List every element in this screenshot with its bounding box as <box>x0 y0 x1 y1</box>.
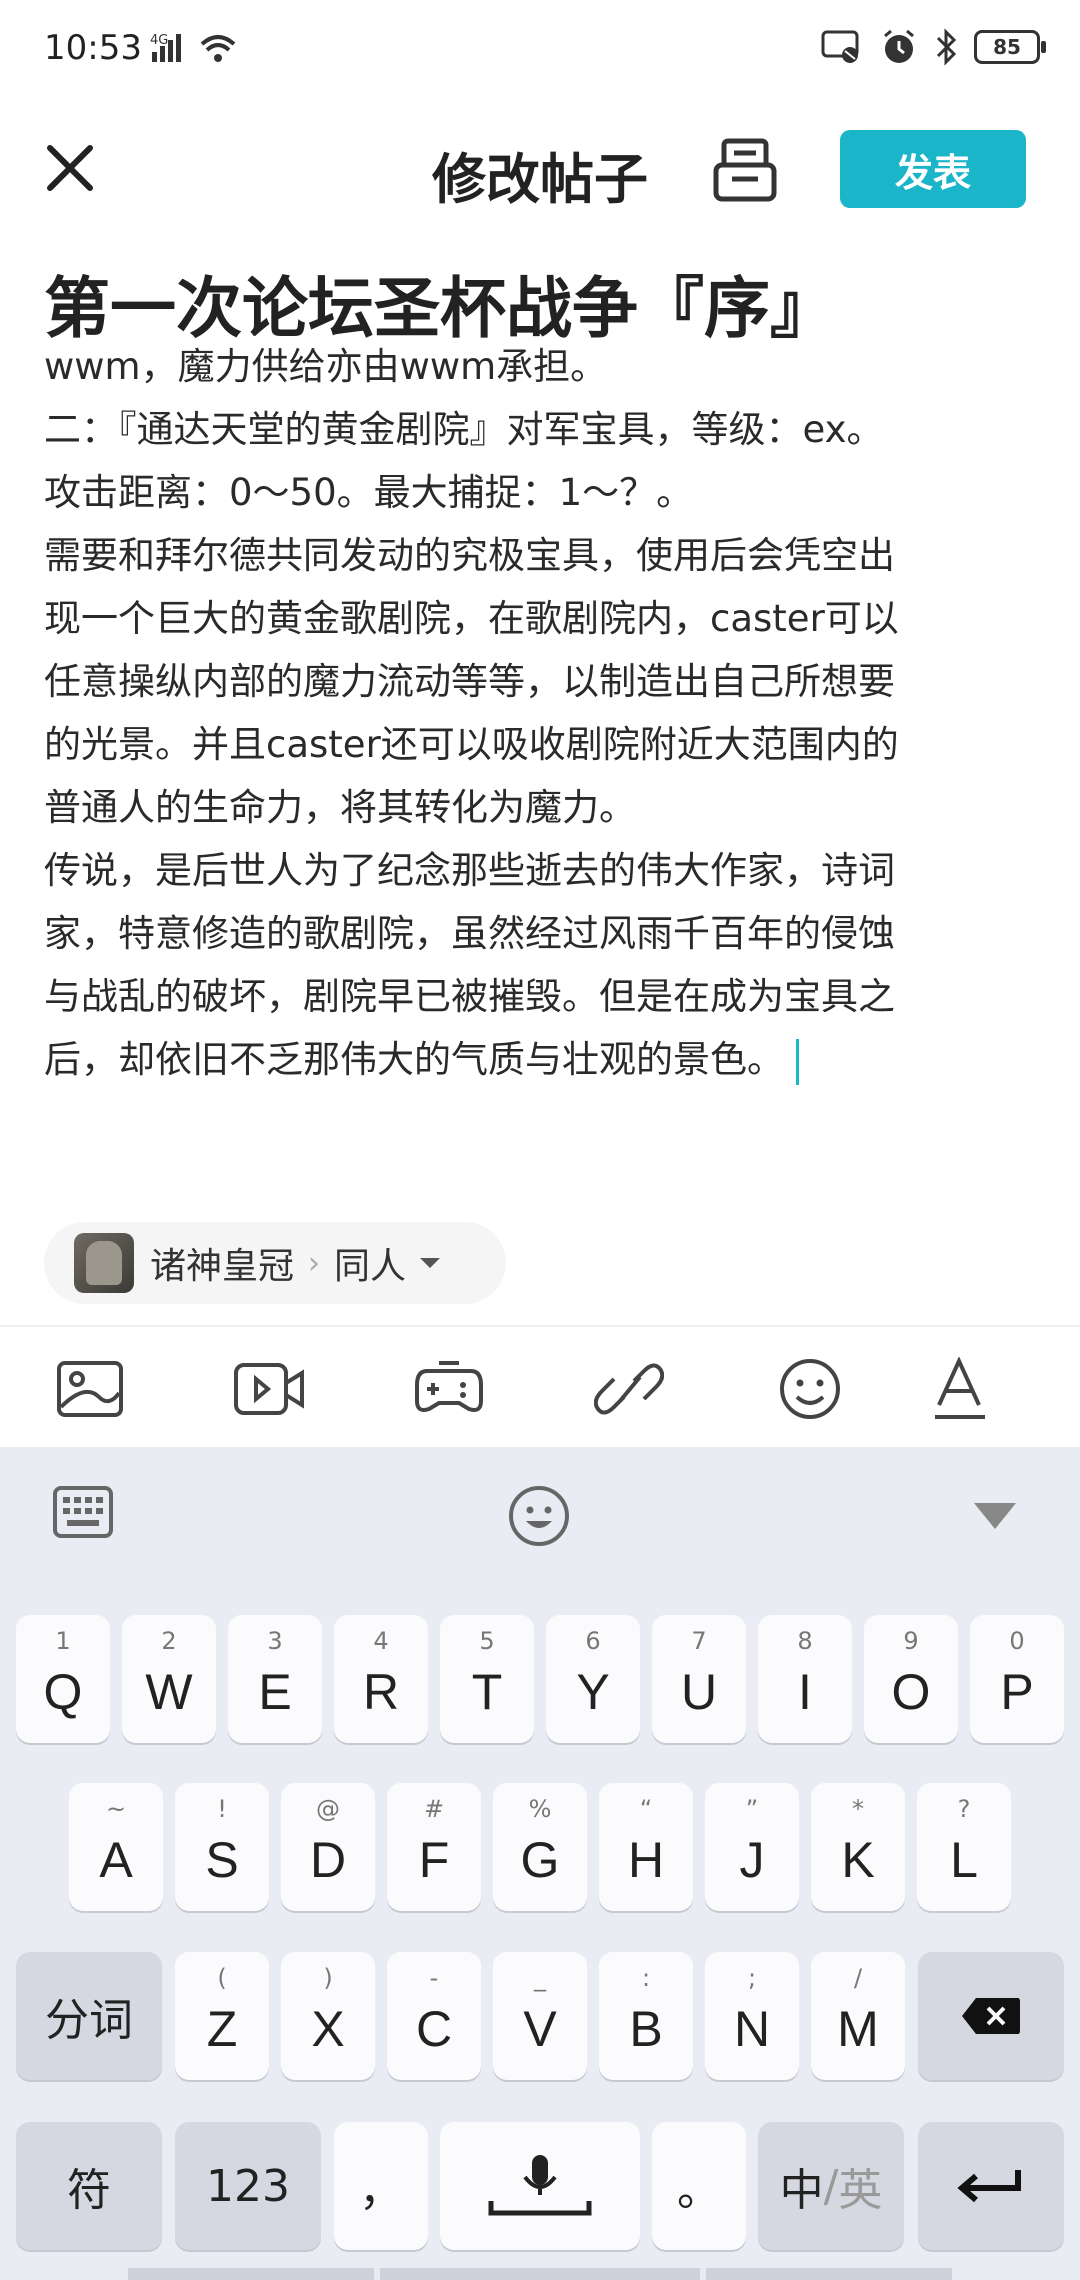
insert-game-button[interactable] <box>413 1357 483 1421</box>
key-w[interactable]: 2W <box>122 1615 216 1743</box>
body-line: 攻击距离：0～50。最大捕捉：1～？。 <box>44 471 694 514</box>
keyboard-layout-icon[interactable] <box>52 1485 114 1543</box>
key-u[interactable]: 7U <box>652 1615 746 1743</box>
nav-bar-segment <box>128 2268 374 2280</box>
post-body-editor[interactable]: wwm，魔力供给亦由wwm承担。 二：『通达天堂的黄金剧院』对军宝具，等级：ex… <box>44 335 1044 1091</box>
enter-key[interactable] <box>918 2122 1064 2250</box>
key-q[interactable]: 1Q <box>16 1615 110 1743</box>
keyboard-emoji-icon[interactable] <box>508 1485 570 1551</box>
image-icon <box>57 1361 123 1417</box>
key-n[interactable]: ; N <box>705 1952 799 2080</box>
backspace-icon <box>918 1952 1064 2080</box>
status-icons: 85 <box>820 28 1046 66</box>
body-line: wwm，魔力供给亦由wwm承担。 <box>44 345 608 388</box>
subforum-name: 同人 <box>334 1246 407 1287</box>
space-key[interactable] <box>440 2122 640 2250</box>
body-line-text: 后，却依旧不乏那伟大的气质与壮观的景色。 <box>44 1038 784 1081</box>
emoji-icon <box>780 1359 840 1419</box>
enter-icon <box>918 2122 1064 2250</box>
status-time: 10:53 <box>44 28 142 68</box>
insert-image-button[interactable] <box>55 1357 125 1421</box>
body-line: 现一个巨大的黄金歌剧院，在歌剧院内，caster可以 <box>44 597 899 640</box>
language-switch-key[interactable]: 中 / 英 <box>758 2122 904 2250</box>
key-h[interactable]: “H <box>599 1783 693 1911</box>
cast-icon <box>821 30 859 63</box>
signal-icon: 4G <box>150 30 250 78</box>
key-l[interactable]: ? L <box>917 1783 1011 1911</box>
key-s[interactable]: ! S <box>175 1783 269 1911</box>
key-m[interactable]: / M <box>811 1952 905 2080</box>
nav-bar-segment <box>380 2268 700 2280</box>
backspace-key[interactable] <box>918 1952 1064 2080</box>
editor-toolbar <box>0 1325 1080 1449</box>
status-bar: 10:53 4G 85 <box>0 0 1080 110</box>
drafts-button[interactable] <box>710 135 780 205</box>
chevron-right-icon: › <box>308 1245 321 1281</box>
body-line-last: 后，却依旧不乏那伟大的气质与壮观的景色。 <box>44 1028 1044 1091</box>
key-p[interactable]: 0P <box>970 1615 1064 1743</box>
lang-zh-label: 中 <box>779 2165 824 2216</box>
caret-down-icon <box>420 1258 441 1268</box>
publish-button[interactable]: 发表 <box>840 130 1026 208</box>
alarm-icon <box>884 29 914 63</box>
keyboard-top-bar <box>0 1447 1080 1577</box>
comma-key[interactable]: ， <box>334 2122 428 2250</box>
key-a[interactable]: ~ A <box>69 1783 163 1911</box>
body-line: 传说，是后世人为了纪念那些逝去的伟大作家，诗词 <box>44 849 895 892</box>
key-t[interactable]: 5T <box>440 1615 534 1743</box>
close-icon <box>47 145 93 191</box>
hide-keyboard-icon[interactable] <box>970 1499 1020 1537</box>
text-format-icon <box>935 1356 985 1419</box>
forum-name: 诸神皇冠 <box>150 1246 295 1287</box>
body-line: 任意操纵内部的魔力流动等等，以制造出自己所想要 <box>44 660 895 703</box>
microphone-icon <box>440 2122 640 2250</box>
lang-sep: / <box>823 2160 839 2212</box>
number-key[interactable]: 123 <box>175 2122 321 2250</box>
nav-bar-segment <box>706 2268 952 2280</box>
key-g[interactable]: % G <box>493 1783 587 1911</box>
segment-key[interactable]: 分词 <box>16 1952 162 2080</box>
app-root: 10:53 4G 85 修改帖子 发表 第一次论坛圣杯战争『序』 wwm，魔力供… <box>0 0 1080 2280</box>
key-k[interactable]: * K <box>811 1783 905 1911</box>
video-icon <box>234 1363 304 1415</box>
symbol-key[interactable]: 符 <box>16 2122 162 2250</box>
key-c[interactable]: -C <box>387 1952 481 2080</box>
close-button[interactable] <box>40 138 100 198</box>
category-selector[interactable]: 诸神皇冠 › 同人 <box>44 1222 506 1304</box>
key-j[interactable]: ” J <box>705 1783 799 1911</box>
period-key[interactable]: 。 <box>652 2122 746 2250</box>
drafts-box-icon <box>713 138 777 202</box>
bluetooth-icon <box>936 28 957 66</box>
forum-avatar <box>74 1233 134 1293</box>
body-line: 需要和拜尔德共同发动的究极宝具，使用后会凭空出 <box>44 534 895 577</box>
game-icon <box>415 1361 483 1412</box>
insert-link-button[interactable] <box>593 1357 665 1421</box>
key-z[interactable]: (Z <box>175 1952 269 2080</box>
body-line: 普通人的生命力，将其转化为魔力。 <box>44 786 636 829</box>
header-bar: 修改帖子 发表 <box>0 110 1080 230</box>
key-o[interactable]: 9O <box>864 1615 958 1743</box>
body-line: 二：『通达天堂的黄金剧院』对军宝具，等级：ex。 <box>44 408 884 451</box>
insert-video-button[interactable] <box>232 1357 304 1421</box>
key-r[interactable]: 4R <box>334 1615 428 1743</box>
key-f[interactable]: # F <box>387 1783 481 1911</box>
text-cursor <box>796 1038 799 1085</box>
insert-emoji-button[interactable] <box>775 1357 845 1421</box>
body-line: 的光景。并且caster还可以吸收剧院附近大范围内的 <box>44 723 899 766</box>
key-v[interactable]: _ V <box>493 1952 587 2080</box>
link-icon <box>593 1363 665 1415</box>
key-y[interactable]: 6Y <box>546 1615 640 1743</box>
body-line: 与战乱的破坏，剧院早已被摧毁。但是在成为宝具之 <box>44 975 895 1018</box>
body-line: 家，特意修造的歌剧院，虽然经过风雨千百年的侵蚀 <box>44 912 895 955</box>
lang-en-label: 英 <box>838 2165 883 2216</box>
key-i[interactable]: 8I <box>758 1615 852 1743</box>
key-b[interactable]: :B <box>599 1952 693 2080</box>
network-type: 4G <box>150 33 168 48</box>
soft-keyboard: 1Q 2W 3E 4R 5T 6Y 7U 8I 9O 0P ~ A ! S @ D #… <box>0 1447 1080 2280</box>
battery-indicator: 85 <box>974 30 1046 64</box>
key-d[interactable]: @ D <box>281 1783 375 1911</box>
key-x[interactable]: ) X <box>281 1952 375 2080</box>
key-e[interactable]: 3E <box>228 1615 322 1743</box>
text-format-button[interactable] <box>925 1356 995 1421</box>
